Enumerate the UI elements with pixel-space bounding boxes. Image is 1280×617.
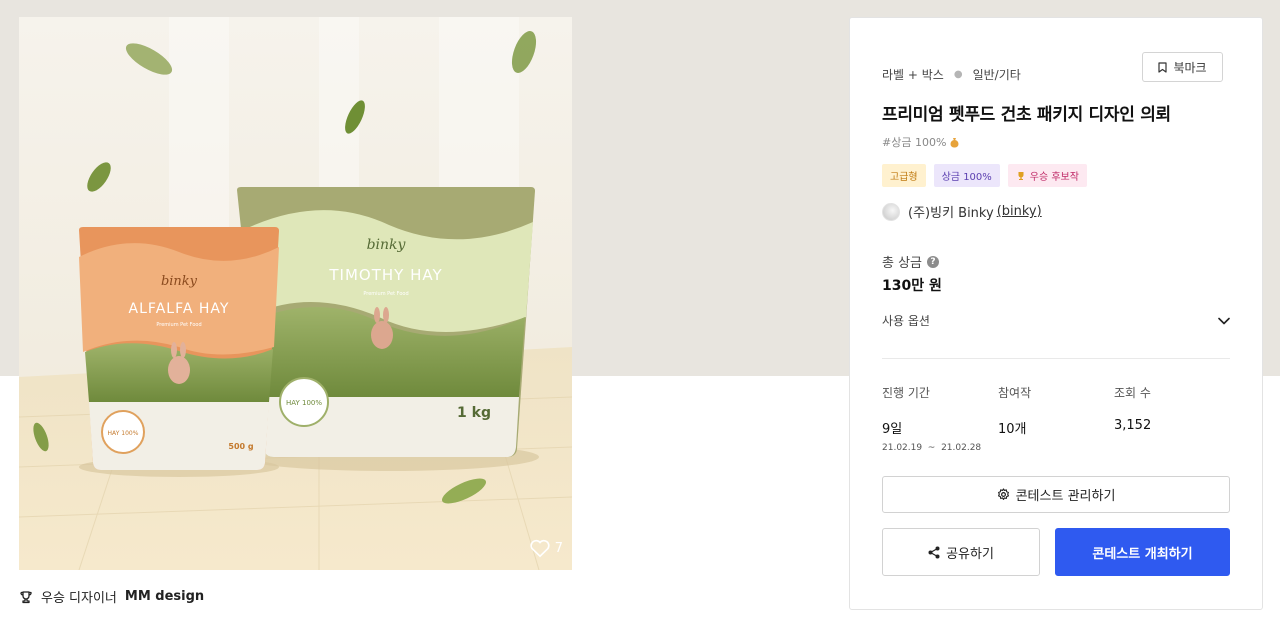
bookmark-label: 북마크 (1173, 60, 1207, 75)
period-value: 9일 (882, 422, 903, 437)
bookmark-button[interactable]: 북마크 (1142, 52, 1223, 82)
help-icon[interactable]: ? (927, 255, 940, 268)
svg-text:1 kg: 1 kg (457, 405, 491, 421)
breadcrumb-subcategory[interactable]: 일반/기타 (973, 66, 1021, 83)
heart-icon (530, 539, 550, 558)
client-company[interactable]: (주)빙키 Binky (binky) (882, 202, 1042, 221)
like-count: 7 (554, 540, 563, 556)
period-label: 진행 기간 (882, 386, 930, 400)
prize-badge: 상금 100% (933, 164, 1000, 187)
product-image[interactable]: binky TIMOTHY HAY Premium Pet Food HAY 1… (19, 17, 572, 570)
views-label: 조회 수 (1114, 386, 1151, 400)
breadcrumb-separator: ● (953, 69, 963, 80)
svg-text:HAY 100%: HAY 100% (108, 430, 139, 437)
svg-text:binky: binky (367, 237, 407, 253)
svg-text:Premium Pet Food: Premium Pet Food (363, 291, 408, 297)
svg-text:ALFALFA HAY: ALFALFA HAY (129, 301, 230, 317)
product-photo: binky TIMOTHY HAY Premium Pet Food HAY 1… (19, 17, 572, 570)
divider (882, 358, 1230, 359)
share-label: 공유하기 (946, 546, 994, 562)
contest-info-card: 라벨 + 박스 ● 일반/기타 북마크 프리미엄 펫푸드 건초 패키지 디자인 … (849, 17, 1263, 610)
breadcrumb-category[interactable]: 라벨 + 박스 (882, 66, 944, 83)
badge-list: 고급형 상금 100% 우승 후보작 (882, 164, 1087, 187)
svg-text:500 g: 500 g (228, 442, 253, 451)
total-prize-label: 총 상금 ? (882, 252, 940, 271)
winner-candidate-badge: 우승 후보작 (1007, 164, 1087, 187)
svg-text:HAY 100%: HAY 100% (286, 399, 322, 407)
winner-designer: 우승 디자이너 MM design (19, 587, 204, 606)
entries-value: 10개 (998, 422, 1027, 437)
like-button[interactable]: 7 (529, 538, 563, 558)
manage-contest-button[interactable]: 콘테스트 관리하기 (882, 476, 1230, 513)
host-contest-label: 콘테스트 개최하기 (1092, 546, 1193, 562)
usage-options-toggle[interactable]: 사용 옵션 (882, 312, 1230, 329)
svg-text:Premium Pet Food: Premium Pet Food (156, 322, 201, 328)
contest-title: 프리미엄 펫푸드 건초 패키지 디자인 의뢰 (882, 105, 1171, 125)
trophy-icon (1018, 171, 1024, 180)
stat-views: 조회 수 3,152 (1114, 384, 1230, 453)
timothy-hay-package: binky TIMOTHY HAY Premium Pet Food HAY 1… (237, 187, 535, 457)
svg-text:binky: binky (161, 274, 198, 289)
usage-options-label: 사용 옵션 (882, 314, 930, 328)
share-icon (928, 546, 940, 558)
total-prize-value: 130만 원 (882, 278, 942, 294)
hashtag-text: #상금 100% (882, 136, 947, 149)
premium-badge: 고급형 (882, 164, 926, 187)
winner-name[interactable]: MM design (125, 589, 204, 604)
manage-contest-label: 콘테스트 관리하기 (1015, 489, 1116, 504)
entries-label: 참여작 (998, 386, 1032, 400)
hashtag[interactable]: #상금 100% (882, 134, 960, 150)
company-name: (주)빙키 Binky (908, 206, 994, 221)
alfalfa-hay-package: binky ALFALFA HAY Premium Pet Food HAY 1… (79, 227, 279, 470)
host-contest-button[interactable]: 콘테스트 개최하기 (1055, 528, 1230, 576)
contest-stats: 진행 기간 9일 21.02.19 ~ 21.02.28 참여작 10개 조회 … (882, 384, 1230, 453)
chevron-down-icon (1218, 317, 1230, 324)
share-button[interactable]: 공유하기 (882, 528, 1040, 576)
views-value: 3,152 (1114, 418, 1152, 433)
total-prize-text: 총 상금 (882, 256, 923, 271)
company-handle-link[interactable]: (binky) (997, 204, 1042, 219)
gear-icon (997, 488, 1009, 500)
breadcrumb: 라벨 + 박스 ● 일반/기타 (882, 66, 1021, 83)
winner-prefix: 우승 디자이너 (41, 591, 117, 606)
period-range: 21.02.19 ~ 21.02.28 (882, 443, 982, 453)
stat-entries: 참여작 10개 (998, 384, 1114, 453)
winner-candidate-label: 우승 후보작 (1029, 172, 1079, 183)
money-bag-icon (950, 137, 959, 147)
trophy-icon (19, 590, 33, 604)
company-avatar (882, 202, 900, 221)
bookmark-icon (1158, 61, 1168, 73)
stat-period: 진행 기간 9일 21.02.19 ~ 21.02.28 (882, 384, 998, 453)
svg-text:TIMOTHY HAY: TIMOTHY HAY (328, 266, 442, 284)
